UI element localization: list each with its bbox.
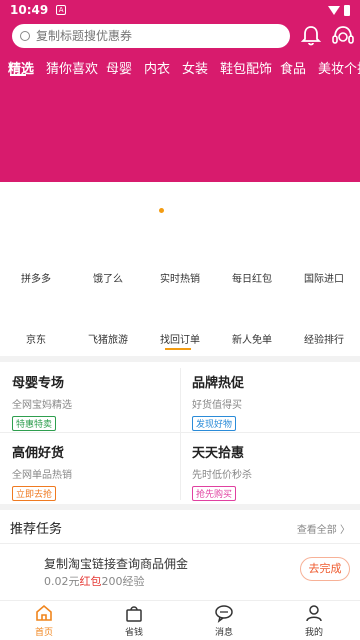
task-complete-button[interactable]: 去完成: [300, 557, 350, 581]
nav-label: 省钱: [124, 628, 143, 638]
shortcut-pinduoduo[interactable]: 拼多多: [0, 270, 72, 285]
promo-daily-deals[interactable]: 天天拾惠 先时低价秒杀 抢先购买: [180, 434, 356, 501]
reward-red: 红包: [79, 575, 102, 588]
section-divider: [0, 504, 360, 510]
active-tab-indicator: [10, 74, 26, 76]
task-reward: 0.02元红包200经验: [44, 573, 145, 589]
shortcut-daily-redpacket[interactable]: 每日红包: [216, 270, 288, 285]
customer-service-icon[interactable]: [330, 23, 356, 49]
task-divider: [0, 543, 360, 544]
promo-high-commission[interactable]: 高佣好货 全网单品热销 立即去抢: [0, 434, 176, 501]
promo-title: 品牌热促: [192, 376, 245, 391]
task-name: 复制淘宝链接查询商品佣金: [44, 557, 189, 571]
bottom-nav: 首页 省钱 消息 我的: [0, 600, 360, 640]
shortcut-imports[interactable]: 国际进口: [288, 270, 360, 285]
user-icon: [306, 605, 322, 622]
home-icon: [36, 604, 52, 621]
shortcut-eleme[interactable]: 饿了么: [72, 270, 144, 285]
app-screen: 10:49 A 精选 猜你喜欢 母婴 内衣 女装 鞋包配饰 食品 美妆个护 拼多…: [0, 0, 360, 640]
battery-icon: [344, 4, 350, 16]
nav-label: 我的: [304, 628, 323, 638]
nav-label: 首页: [34, 628, 53, 638]
shortcut-exp-ranking[interactable]: 经验排行: [288, 331, 360, 346]
promo-tag: 发现好物: [192, 416, 237, 431]
shortcut-hot-sales[interactable]: 实时热销: [144, 270, 216, 285]
reward-exp: 200经验: [101, 575, 145, 588]
status-time: 10:49: [10, 3, 49, 17]
promo-divider: [180, 368, 181, 500]
search-bar[interactable]: [12, 24, 290, 48]
promo-title: 母婴专场: [12, 376, 65, 391]
shortcut-find-order[interactable]: 找回订单: [144, 331, 216, 346]
reward-amount: 0.02元: [44, 575, 80, 588]
wifi-icon: [328, 5, 340, 15]
task-section-title: 推荐任务: [10, 522, 63, 537]
tab-guess-you-like[interactable]: 猜你喜欢: [46, 58, 98, 77]
section-divider: [0, 356, 360, 362]
tab-food[interactable]: 食品: [280, 58, 306, 77]
promo-tag: 特惠特卖: [12, 416, 57, 431]
chat-icon: [215, 605, 233, 623]
status-icons: [328, 4, 350, 16]
nav-label: 消息: [214, 628, 233, 638]
promo-tag: 抢先购买: [192, 486, 237, 501]
status-bar: 10:49 A: [0, 0, 360, 20]
promo-title: 天天拾惠: [192, 446, 245, 461]
search-icon: [20, 31, 30, 41]
promo-subtitle: 先时低价秒杀: [192, 470, 252, 481]
shortcut-newbie-free[interactable]: 新人免单: [216, 331, 288, 346]
tab-womens-wear[interactable]: 女装: [182, 58, 208, 77]
carousel-dot: [159, 208, 164, 213]
promo-tag: 立即去抢: [12, 486, 57, 501]
search-input[interactable]: [36, 29, 276, 43]
promo-title: 高佣好货: [12, 446, 65, 461]
notification-badge: A: [56, 5, 67, 15]
tab-beauty[interactable]: 美妆个护: [318, 58, 360, 77]
shortcut-jd[interactable]: 京东: [0, 331, 72, 346]
shortcut-fliggy[interactable]: 飞猪旅游: [72, 331, 144, 346]
bell-icon[interactable]: [299, 24, 323, 48]
task-section-header: 推荐任务 查看全部 〉: [0, 512, 360, 542]
promo-brand[interactable]: 品牌热促 好货值得买 发现好物: [180, 364, 356, 431]
promo-subtitle: 好货值得买: [192, 400, 242, 411]
view-all-link[interactable]: 查看全部 〉: [297, 521, 350, 536]
category-tabs: 精选 猜你喜欢 母婴 内衣 女装 鞋包配饰 食品 美妆个护: [0, 54, 360, 82]
promo-maternal[interactable]: 母婴专场 全网宝妈精选 特惠特卖: [0, 364, 176, 431]
task-item: 复制淘宝链接查询商品佣金 0.02元红包200经验 去完成: [0, 547, 360, 593]
tab-maternal-baby[interactable]: 母婴: [106, 58, 132, 77]
nav-save[interactable]: 省钱: [104, 603, 164, 638]
tab-underwear[interactable]: 内衣: [144, 58, 170, 77]
promo-subtitle: 全网单品热销: [12, 470, 72, 481]
shortcut-highlight: [165, 348, 191, 350]
bag-icon: [126, 606, 142, 622]
tab-shoes-bags[interactable]: 鞋包配饰: [220, 58, 272, 77]
promo-subtitle: 全网宝妈精选: [12, 400, 72, 411]
nav-mine[interactable]: 我的: [284, 603, 344, 638]
nav-home[interactable]: 首页: [14, 603, 74, 638]
nav-messages[interactable]: 消息: [194, 603, 254, 638]
promo-divider: [0, 432, 360, 433]
